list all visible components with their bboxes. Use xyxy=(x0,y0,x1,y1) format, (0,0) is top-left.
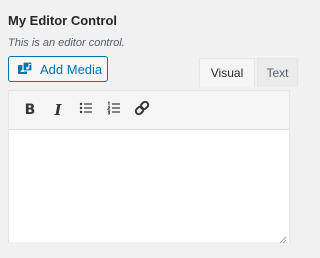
tab-text[interactable]: Text xyxy=(257,58,298,87)
numbered-list-button[interactable] xyxy=(100,96,128,124)
link-icon xyxy=(133,99,151,122)
control-description: This is an editor control. xyxy=(8,37,125,49)
add-media-label: Add Media xyxy=(40,61,103,77)
control-title: My Editor Control xyxy=(8,13,118,28)
editor-container: B I xyxy=(8,90,290,244)
media-tabs-row: Add Media Visual Text xyxy=(8,55,298,87)
tab-visual[interactable]: Visual xyxy=(199,58,255,87)
italic-icon: I xyxy=(54,101,62,119)
add-media-button[interactable]: Add Media xyxy=(8,56,108,82)
link-button[interactable] xyxy=(128,96,156,124)
italic-button[interactable]: I xyxy=(44,96,72,124)
format-toolbar: B I xyxy=(9,91,289,130)
media-icon xyxy=(17,61,33,77)
resize-handle-icon[interactable] xyxy=(278,231,287,244)
bullet-list-button[interactable] xyxy=(72,96,100,124)
numbered-list-icon xyxy=(106,100,122,121)
bold-icon: B xyxy=(24,102,36,118)
editor-body[interactable] xyxy=(9,130,289,244)
bullet-list-icon xyxy=(78,100,94,121)
bold-button[interactable]: B xyxy=(16,96,44,124)
